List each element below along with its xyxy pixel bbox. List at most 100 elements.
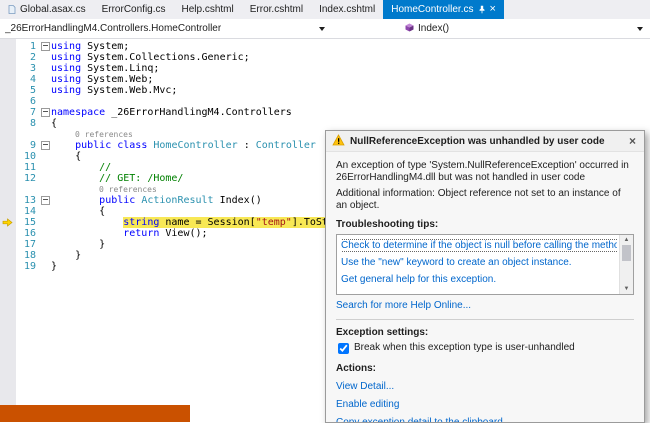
breakpoint-margin[interactable]: [0, 195, 16, 206]
breakpoint-margin[interactable]: [0, 41, 16, 52]
action-enable-editing[interactable]: Enable editing: [336, 399, 634, 411]
breakpoint-margin[interactable]: [0, 228, 16, 239]
code-line: 4 using System.Web;: [0, 74, 650, 85]
tab-label: Global.asax.cs: [20, 4, 86, 15]
breakpoint-margin[interactable]: [0, 206, 16, 217]
collapse-icon[interactable]: [41, 42, 50, 51]
line-number: 18: [23, 250, 36, 261]
search-help-link[interactable]: Search for more Help Online...: [336, 300, 634, 312]
line-number: 8: [29, 118, 36, 129]
line-number: 5: [29, 85, 36, 96]
tab-label: Help.cshtml: [181, 4, 234, 15]
action-copy-exception-detail-to-the-clipboard[interactable]: Copy exception detail to the clipboard: [336, 417, 634, 422]
member-dropdown-value: Index(): [418, 23, 450, 34]
tips-scrollbar[interactable]: ▲ ▼: [619, 235, 633, 294]
break-checkbox[interactable]: [338, 342, 349, 354]
document-icon: [8, 5, 16, 14]
breakpoint-margin[interactable]: [0, 151, 16, 162]
execution-arrow-icon: [2, 218, 13, 227]
line-number: 7: [29, 107, 36, 118]
close-icon[interactable]: ×: [490, 4, 496, 15]
breakpoint-margin[interactable]: [0, 173, 16, 184]
breakpoint-margin[interactable]: [0, 162, 16, 173]
tab-label: HomeController.cs: [391, 4, 474, 15]
breakpoint-margin[interactable]: [0, 85, 16, 96]
tab-label: Index.cshtml: [319, 4, 376, 15]
popup-body: An exception of type 'System.NullReferen…: [326, 152, 644, 422]
breakpoint-margin[interactable]: [0, 74, 16, 85]
breakpoint-margin[interactable]: [0, 107, 16, 118]
popup-header: NullReferenceException was unhandled by …: [326, 131, 644, 152]
type-dropdown-value: _26ErrorHandlingM4.Controllers.HomeContr…: [5, 23, 222, 34]
tab-bar: Global.asax.cs ErrorConfig.cs Help.cshtml E…: [0, 0, 650, 19]
chevron-down-icon: [319, 27, 325, 31]
status-bar: [0, 405, 190, 422]
tab-errorconfig-cs[interactable]: ErrorConfig.cs: [94, 0, 174, 19]
navigation-bar: _26ErrorHandlingM4.Controllers.HomeContr…: [0, 19, 650, 39]
pin-icon[interactable]: [478, 5, 486, 14]
code-line: 1 using System;: [0, 41, 650, 52]
additional-info: Additional information: Object reference…: [336, 188, 621, 211]
chevron-down-icon: [637, 27, 643, 31]
breakpoint-margin[interactable]: [0, 140, 16, 151]
popup-title: NullReferenceException was unhandled by …: [350, 135, 605, 147]
line-number: 9: [29, 140, 36, 151]
divider: [336, 319, 634, 320]
breakpoint-margin[interactable]: [0, 217, 16, 228]
line-number: 2: [29, 52, 36, 63]
troubleshooting-tip-link[interactable]: Get general help for this exception.: [341, 271, 617, 288]
line-number: 16: [23, 228, 36, 239]
breakpoint-margin[interactable]: [0, 239, 16, 250]
line-number: 3: [29, 63, 36, 74]
tab-error-cshtml[interactable]: Error.cshtml: [242, 0, 311, 19]
line-number: 19: [23, 261, 36, 272]
breakpoint-margin[interactable]: [0, 261, 16, 272]
breakpoint-margin[interactable]: [0, 52, 16, 63]
breakpoint-margin[interactable]: [0, 63, 16, 74]
code-line: 7 namespace _26ErrorHandlingM4.Controller…: [0, 107, 650, 118]
line-number: 11: [23, 162, 36, 173]
exception-settings-label: Exception settings:: [336, 327, 429, 338]
scroll-down-icon[interactable]: ▼: [624, 284, 630, 294]
break-checkbox-row[interactable]: Break when this exception type is user-u…: [338, 342, 634, 354]
tab-help-cshtml[interactable]: Help.cshtml: [174, 0, 242, 19]
troubleshooting-tip-link[interactable]: Use the "new" keyword to create an objec…: [341, 254, 617, 271]
collapse-icon[interactable]: [41, 196, 50, 205]
member-dropdown[interactable]: Index(): [335, 19, 650, 38]
breakpoint-margin[interactable]: [0, 118, 16, 129]
codelens-references[interactable]: 0 references: [51, 129, 133, 140]
line-number: 12: [23, 173, 36, 184]
tab-homecontroller-cs[interactable]: HomeController.cs ×: [383, 0, 504, 19]
type-dropdown[interactable]: _26ErrorHandlingM4.Controllers.HomeContr…: [0, 19, 335, 38]
troubleshooting-label: Troubleshooting tips:: [336, 219, 439, 230]
troubleshooting-tip-link[interactable]: Check to determine if the object is null…: [341, 237, 617, 254]
code-line: 8{: [0, 118, 650, 129]
warning-icon: [332, 133, 345, 149]
exception-popup: NullReferenceException was unhandled by …: [325, 130, 645, 423]
code-line: 2 using System.Collections.Generic;: [0, 52, 650, 63]
line-number: 4: [29, 74, 36, 85]
breakpoint-margin[interactable]: [0, 96, 16, 107]
scrollbar-thumb[interactable]: [622, 245, 631, 261]
action-view-detail[interactable]: View Detail...: [336, 381, 634, 393]
tab-index-cshtml[interactable]: Index.cshtml: [311, 0, 383, 19]
line-number: 1: [29, 41, 36, 52]
tab-global-asax-cs[interactable]: Global.asax.cs: [0, 0, 94, 19]
collapse-icon[interactable]: [41, 141, 50, 150]
code-line: 5 using System.Web.Mvc;: [0, 85, 650, 96]
breakpoint-margin[interactable]: [0, 250, 16, 261]
tips-list: Check to determine if the object is null…: [341, 237, 617, 288]
line-number: 14: [23, 206, 36, 217]
method-icon: [405, 23, 414, 35]
line-number: 13: [23, 195, 36, 206]
codelens-references[interactable]: 0 references: [51, 184, 157, 195]
collapse-icon[interactable]: [41, 108, 50, 117]
tab-label: ErrorConfig.cs: [101, 4, 166, 15]
scroll-up-icon[interactable]: ▲: [624, 235, 630, 245]
line-number: 6: [29, 96, 36, 107]
line-number: 17: [23, 239, 36, 250]
close-icon[interactable]: ×: [627, 135, 638, 147]
exception-message: An exception of type 'System.NullReferen…: [336, 160, 629, 183]
code-line: 6: [0, 96, 650, 107]
tab-label: Error.cshtml: [249, 4, 304, 15]
